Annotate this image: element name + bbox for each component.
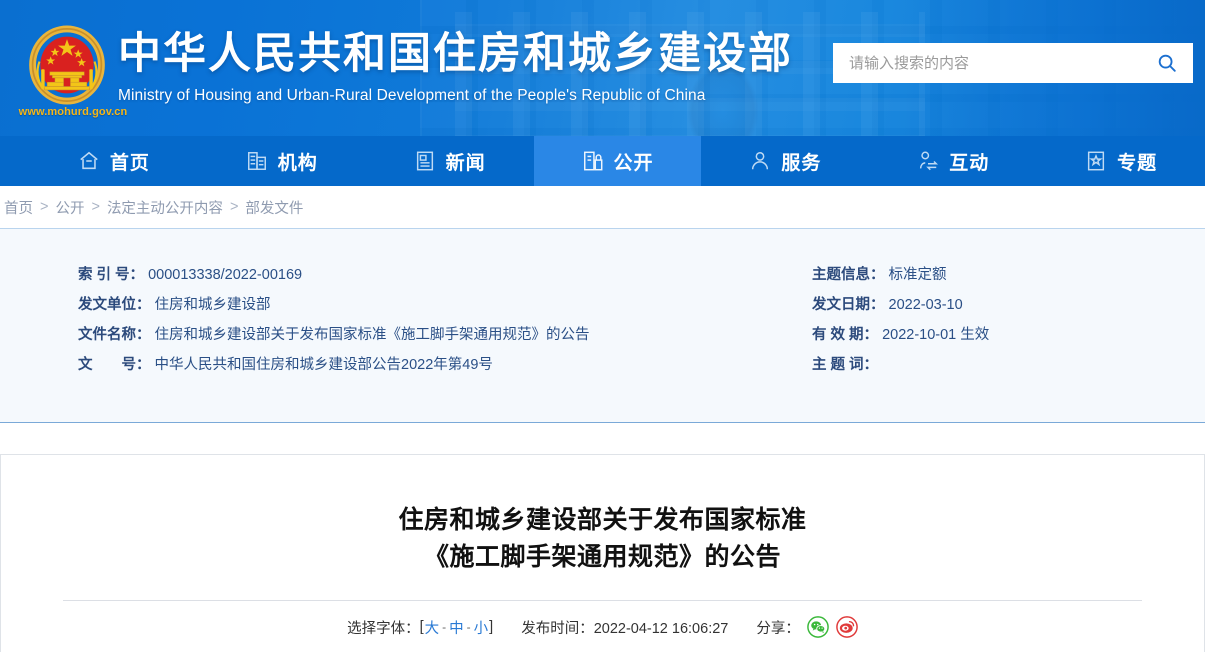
metadata-value-file-name: 住房和城乡建设部关于发布国家标准《施工脚手架通用规范》的公告 [155,323,590,344]
breadcrumb-item-statutory-content[interactable]: 法定主动公开内容 [107,197,223,218]
weibo-icon[interactable] [836,616,858,638]
star-topic-icon [1085,150,1107,172]
metadata-value-issue-date: 2022-03-10 [889,297,963,313]
breadcrumb-item-disclosure[interactable]: 公开 [55,197,84,218]
nav-item-topics[interactable]: 专题 [1037,136,1205,186]
font-size-selector: 选择字体： [ 大 - 中 - 小 ] [347,617,493,638]
news-document-icon [414,150,436,172]
bracket-close: ] [489,619,493,635]
metadata-label-issue-date: 发文日期： [812,293,885,314]
breadcrumb-item-ministry-documents[interactable]: 部发文件 [245,197,303,218]
metadata-row-issue-date: 发文日期： 2022-03-10 [812,293,1205,323]
page-title: 住房和城乡建设部关于发布国家标准 《施工脚手架通用规范》的公告 [1,455,1204,576]
nav-item-disclosure[interactable]: 公开 [534,136,702,186]
wechat-icon[interactable] [807,616,829,638]
font-size-label: 选择字体： [347,617,420,638]
home-icon [78,150,100,172]
metadata-row-document-number: 文 号： 中华人民共和国住房和城乡建设部公告2022年第49号 [78,353,790,383]
nav-label-topics: 专题 [1117,148,1157,175]
document-content-panel: 住房和城乡建设部关于发布国家标准 《施工脚手架通用规范》的公告 选择字体： [ … [0,454,1205,652]
main-navigation: 首页 机构 新闻 公开 服务 互动 [0,136,1205,186]
metadata-label-index-number: 索 引 号： [78,263,144,284]
nav-label-disclosure: 公开 [614,148,654,175]
metadata-row-index-number: 索 引 号： 000013338/2022-00169 [78,263,790,293]
search-icon [1156,52,1178,74]
nav-label-interaction: 互动 [949,148,989,175]
service-person-icon [749,150,771,172]
site-url-text: www.mohurd.gov.cn [18,106,128,118]
nav-item-service[interactable]: 服务 [701,136,869,186]
share-block: 分享： [756,616,858,638]
metadata-value-index-number: 000013338/2022-00169 [148,267,302,283]
search-box[interactable] [833,43,1193,83]
metadata-label-topic-info: 主题信息： [812,263,885,284]
metadata-value-valid-period: 2022-10-01 生效 [882,323,989,344]
font-size-medium-button[interactable]: 中 [448,617,465,638]
page-title-line2: 《施工脚手架通用规范》的公告 [1,539,1204,576]
breadcrumb: 首页 > 公开 > 法定主动公开内容 > 部发文件 [0,186,1205,228]
nav-label-news: 新闻 [446,148,486,175]
breadcrumb-item-home[interactable]: 首页 [4,197,33,218]
metadata-column-right: 主题信息： 标准定额 发文日期： 2022-03-10 有 效 期： 2022-… [790,263,1205,383]
font-size-dash: - [465,620,473,634]
font-size-dash: - [440,620,448,634]
document-toolbar: 选择字体： [ 大 - 中 - 小 ] 发布时间：2022-04-12 16:0… [1,601,1204,638]
document-metadata-panel: 索 引 号： 000013338/2022-00169 发文单位： 住房和城乡建… [0,228,1205,423]
nav-item-news[interactable]: 新闻 [366,136,534,186]
metadata-label-valid-period: 有 效 期： [812,323,878,344]
publish-time-block: 发布时间：2022-04-12 16:06:27 [521,617,728,638]
site-title-cn: 中华人民共和国住房和城乡建设部 [118,27,793,81]
building-icon [246,150,268,172]
site-title-en: Ministry of Housing and Urban-Rural Deve… [118,87,793,105]
header-title-block: 中华人民共和国住房和城乡建设部 Ministry of Housing and … [118,27,793,105]
metadata-row-valid-period: 有 效 期： 2022-10-01 生效 [812,323,1205,353]
site-header: www.mohurd.gov.cn 中华人民共和国住房和城乡建设部 Minist… [0,0,1205,136]
breadcrumb-separator: > [91,199,99,215]
metadata-row-file-name: 文件名称： 住房和城乡建设部关于发布国家标准《施工脚手架通用规范》的公告 [78,323,790,353]
publish-time-value: 2022-04-12 16:06:27 [594,621,729,637]
font-size-small-button[interactable]: 小 [473,617,490,638]
metadata-label-keywords: 主 题 词： [812,353,878,374]
nav-label-service: 服务 [781,148,821,175]
page-title-line1: 住房和城乡建设部关于发布国家标准 [1,502,1204,539]
metadata-value-topic-info: 标准定额 [889,263,947,284]
china-national-emblem-icon [24,22,110,108]
nav-label-home: 首页 [110,148,150,175]
metadata-label-file-name: 文件名称： [78,323,151,344]
breadcrumb-separator: > [40,199,48,215]
metadata-row-topic-info: 主题信息： 标准定额 [812,263,1205,293]
metadata-value-document-number: 中华人民共和国住房和城乡建设部公告2022年第49号 [155,353,493,374]
font-size-large-button[interactable]: 大 [424,617,441,638]
share-label: 分享： [756,617,800,638]
metadata-row-issuing-unit: 发文单位： 住房和城乡建设部 [78,293,790,323]
logo-area[interactable]: www.mohurd.gov.cn [24,22,110,134]
nav-item-organization[interactable]: 机构 [198,136,366,186]
metadata-column-left: 索 引 号： 000013338/2022-00169 发文单位： 住房和城乡建… [0,263,790,383]
metadata-label-issuing-unit: 发文单位： [78,293,151,314]
nav-item-home[interactable]: 首页 [30,136,198,186]
metadata-label-document-number: 文 号： [78,353,151,374]
breadcrumb-separator: > [230,199,238,215]
interaction-icon [917,150,939,172]
nav-label-organization: 机构 [278,148,318,175]
publish-time-label: 发布时间： [521,621,594,637]
open-disclosure-icon [582,150,604,172]
metadata-row-keywords: 主 题 词： [812,353,1205,383]
search-button[interactable] [1141,43,1193,83]
nav-item-interaction[interactable]: 互动 [869,136,1037,186]
metadata-value-issuing-unit: 住房和城乡建设部 [155,293,271,314]
search-input[interactable] [833,44,1141,82]
